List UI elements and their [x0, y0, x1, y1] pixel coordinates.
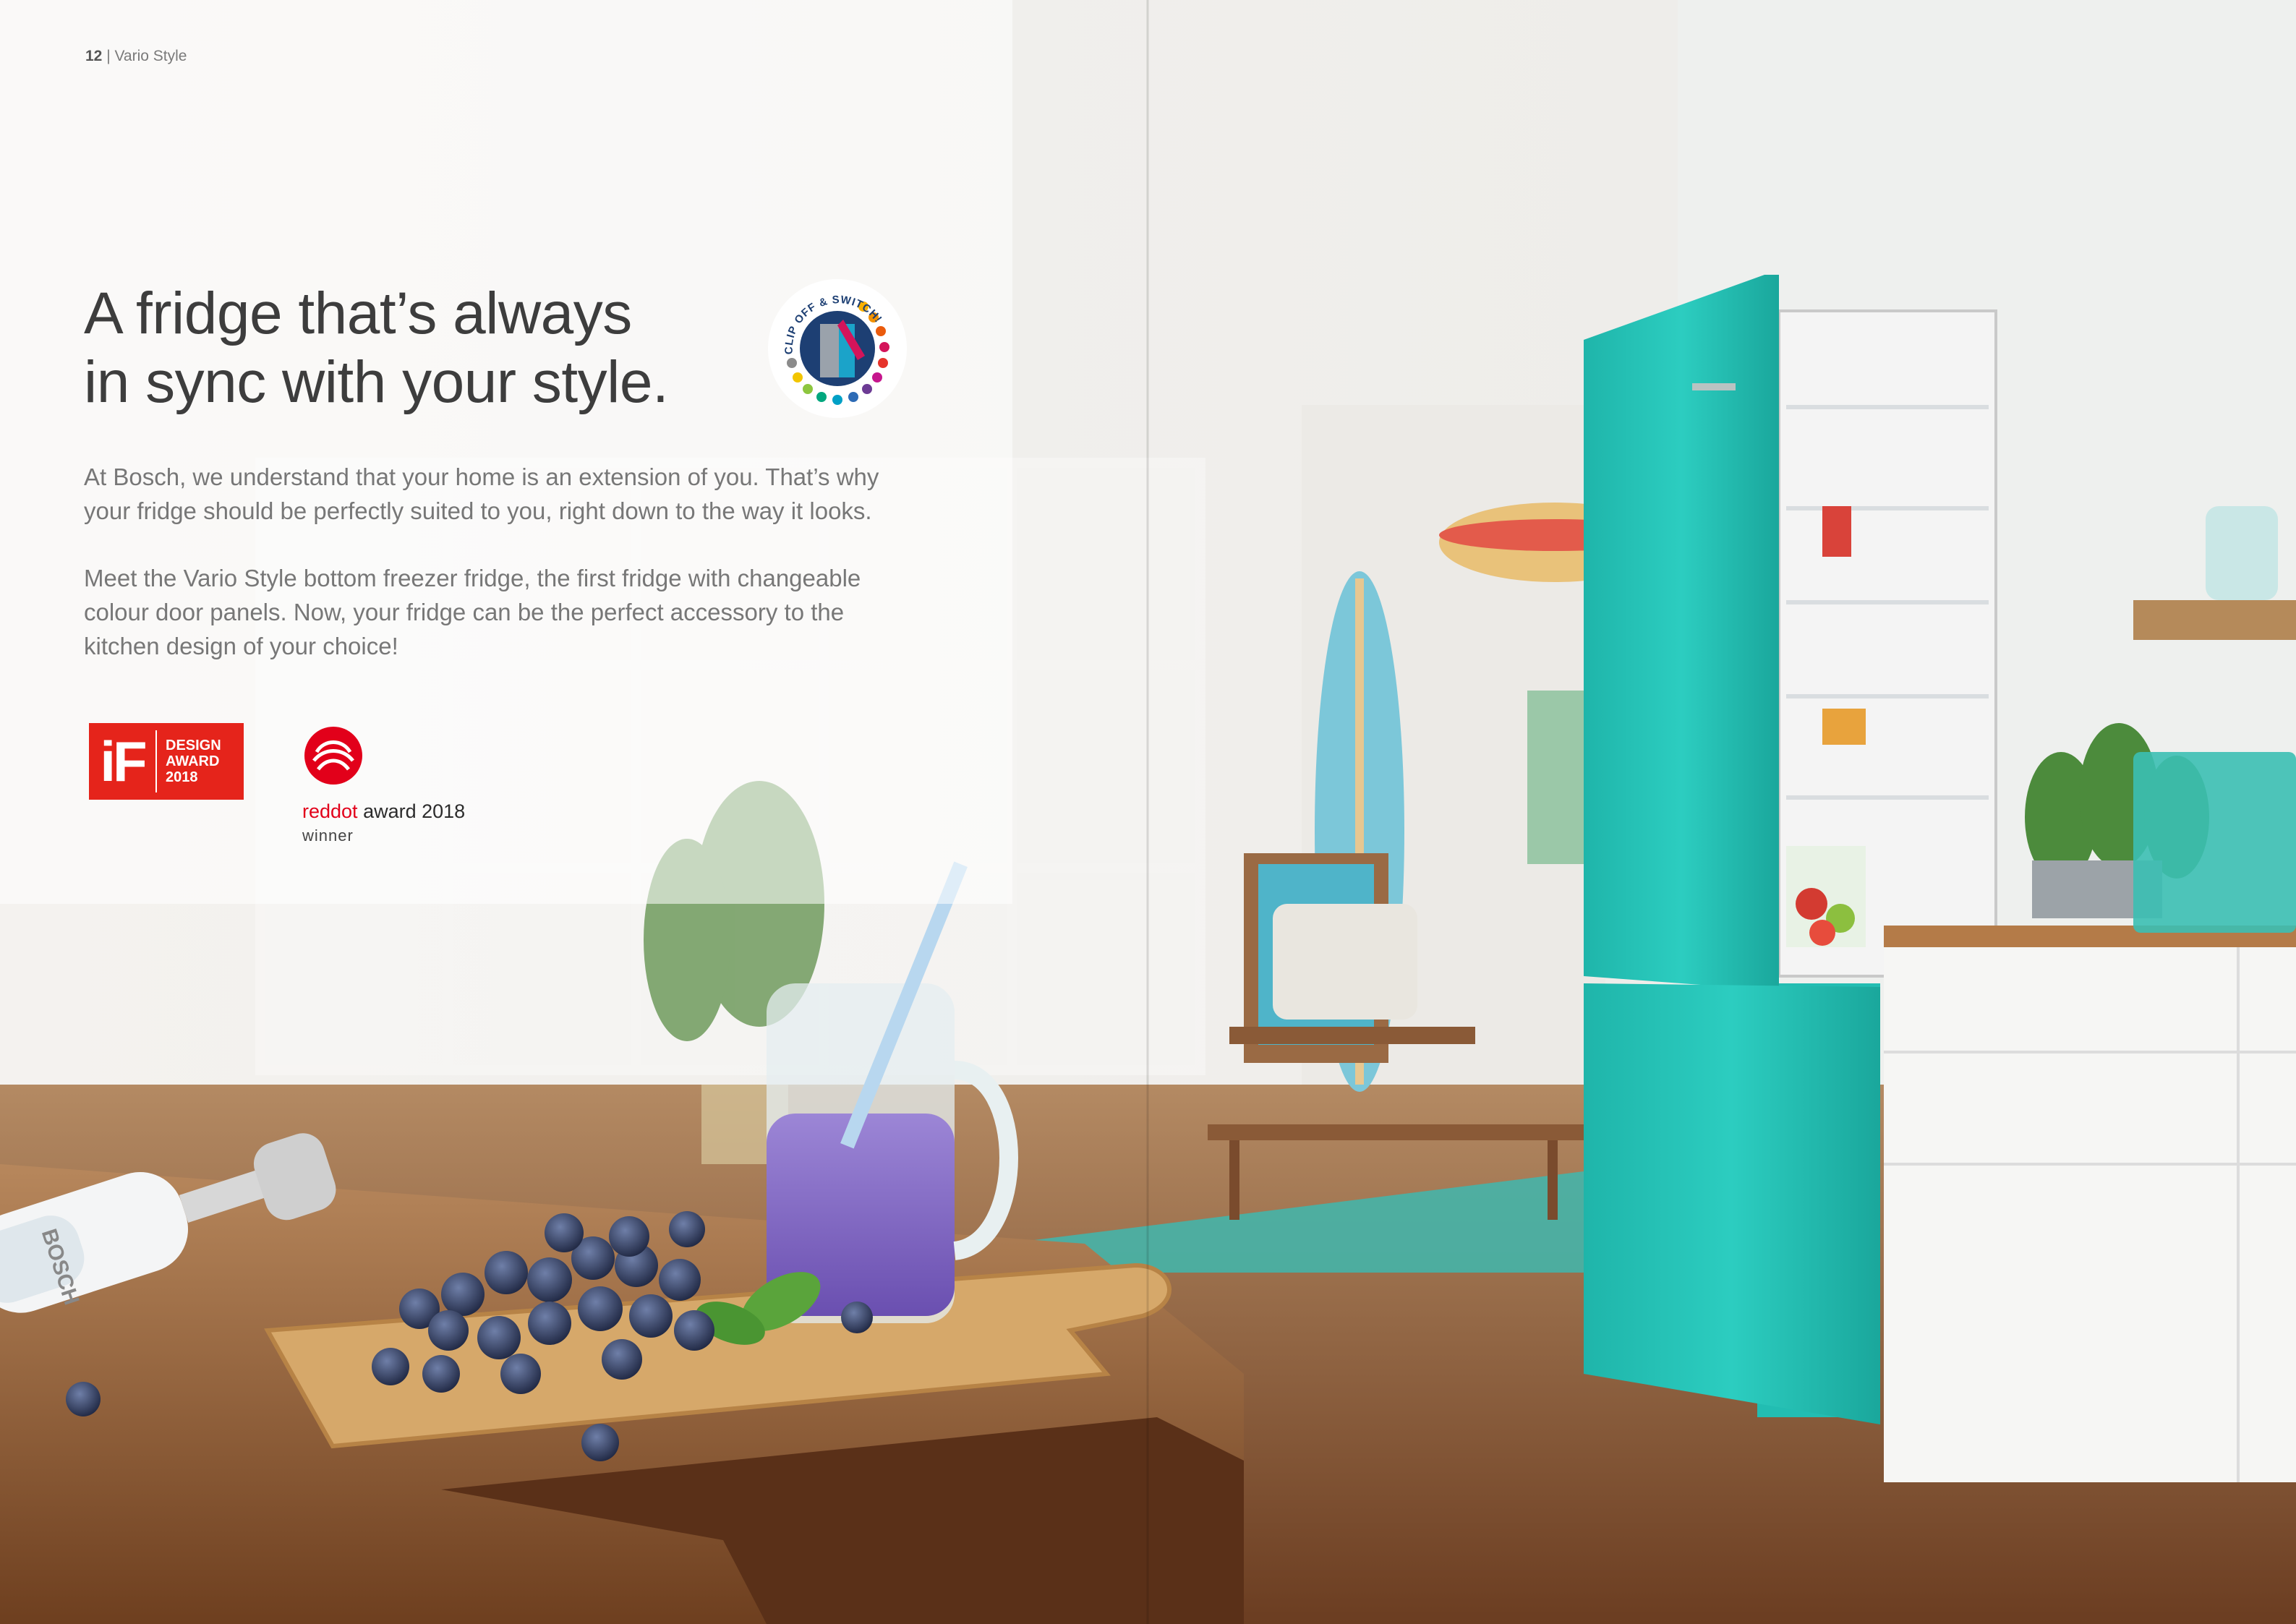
intro-paragraph: At Bosch, we understand that your home i… — [84, 460, 966, 528]
title-line-2: in sync with your style. — [84, 349, 669, 415]
reddot-rest: award 2018 — [357, 800, 466, 822]
clip-off-switch-badge: CLIP OFF & SWITCH! — [768, 279, 907, 418]
feature-line-1: Meet the Vario Style bottom freezer frid… — [84, 565, 861, 591]
reddot-icon — [304, 727, 362, 785]
if-logo-mark: iF — [100, 729, 147, 793]
feature-line-3: kitchen design of your choice! — [84, 633, 398, 659]
section-name: Vario Style — [114, 48, 187, 64]
page-title: A fridge that’s always in sync with your… — [84, 279, 807, 416]
title-line-1: A fridge that’s always — [84, 281, 632, 346]
intro-line-1: At Bosch, we understand that your home i… — [84, 463, 879, 490]
if-award-text: DESIGN AWARD 2018 — [157, 738, 221, 785]
feature-paragraph: Meet the Vario Style bottom freezer frid… — [84, 561, 966, 663]
reddot-winner: winner — [302, 826, 354, 845]
if-line-3: 2018 — [166, 769, 198, 785]
reddot-word: reddot — [302, 800, 358, 822]
if-line-2: AWARD — [166, 753, 220, 769]
reddot-award-logo: reddot award 2018 winner — [302, 725, 519, 845]
if-line-1: DESIGN — [166, 738, 221, 753]
page-number: 12 — [85, 48, 103, 64]
feature-line-2: colour door panels. Now, your fridge can… — [84, 599, 845, 625]
intro-line-2: your fridge should be perfectly suited t… — [84, 497, 872, 524]
running-head: 12 | Vario Style — [85, 48, 187, 64]
reddot-award-label: reddot award 2018 — [302, 800, 465, 823]
if-design-award-logo: iF DESIGN AWARD 2018 — [89, 723, 244, 800]
